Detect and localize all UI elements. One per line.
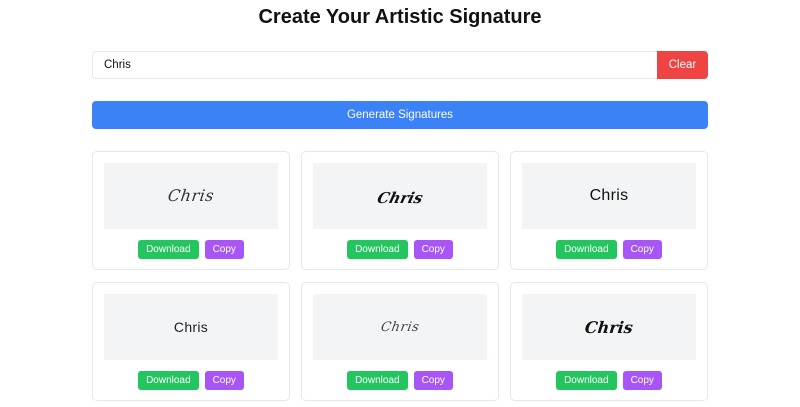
signature-preview: Chris — [104, 294, 278, 360]
signature-grid: Chris Download Copy Chris Download Copy … — [92, 151, 708, 401]
copy-button[interactable]: Copy — [413, 240, 453, 259]
signature-preview: Chris — [522, 163, 696, 229]
signature-card: Chris Download Copy — [301, 151, 499, 270]
page-title: Create Your Artistic Signature — [258, 6, 542, 28]
copy-button[interactable]: Copy — [204, 240, 244, 259]
download-button[interactable]: Download — [138, 371, 199, 390]
signature-text: Chris — [589, 187, 629, 204]
signature-text: Chris — [379, 319, 421, 335]
signature-preview: Chris — [313, 163, 487, 229]
clear-button[interactable]: Clear — [657, 51, 708, 79]
signature-preview: Chris — [313, 294, 487, 360]
generate-signatures-button[interactable]: Generate Signatures — [92, 101, 708, 129]
signature-actions: Download Copy — [104, 371, 278, 390]
download-button[interactable]: Download — [347, 371, 408, 390]
name-input-row: Clear — [92, 51, 708, 79]
signature-actions: Download Copy — [522, 371, 696, 390]
copy-button[interactable]: Copy — [622, 371, 662, 390]
signature-preview: Chris — [104, 163, 278, 229]
signature-text: Chris — [583, 318, 634, 337]
signature-card: Chris Download Copy — [510, 282, 708, 401]
copy-button[interactable]: Copy — [204, 371, 244, 390]
signature-card: Chris Download Copy — [92, 151, 290, 270]
copy-button[interactable]: Copy — [413, 371, 453, 390]
signature-card: Chris Download Copy — [301, 282, 499, 401]
signature-text: Chris — [374, 188, 425, 207]
download-button[interactable]: Download — [556, 371, 617, 390]
signature-card: Chris Download Copy — [510, 151, 708, 270]
download-button[interactable]: Download — [556, 240, 617, 259]
signature-preview: Chris — [522, 294, 696, 360]
signature-actions: Download Copy — [104, 240, 278, 259]
signature-text: Chris — [166, 186, 216, 205]
signature-text: Chris — [173, 319, 209, 335]
signature-actions: Download Copy — [522, 240, 696, 259]
name-input[interactable] — [92, 51, 657, 79]
signature-actions: Download Copy — [313, 240, 487, 259]
signature-actions: Download Copy — [313, 371, 487, 390]
download-button[interactable]: Download — [347, 240, 408, 259]
copy-button[interactable]: Copy — [622, 240, 662, 259]
download-button[interactable]: Download — [138, 240, 199, 259]
signature-card: Chris Download Copy — [92, 282, 290, 401]
